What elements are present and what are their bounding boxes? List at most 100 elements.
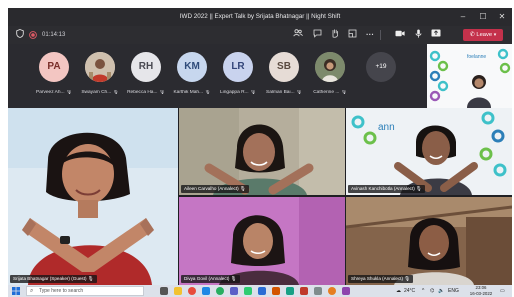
shield-icon xyxy=(14,29,26,41)
video-grid: Srijata Bhatnagar (Speaker) (Guest) 🎙 Ai… xyxy=(8,108,512,297)
search-icon: ⌕ xyxy=(30,288,34,294)
participant-name: Swayam Ch... 🎙 xyxy=(81,90,119,95)
avatar: PA xyxy=(39,52,69,82)
maximize-icon[interactable]: ☐ xyxy=(474,11,492,23)
more-options-icon[interactable]: ··· xyxy=(363,29,377,41)
mic-off-icon: 🎙 xyxy=(340,90,347,95)
app-icon[interactable] xyxy=(216,287,224,295)
chat-icon[interactable] xyxy=(310,29,324,41)
more-participants-button[interactable]: +19 xyxy=(366,52,396,82)
video-tile[interactable]: Aileen Carvalho (Annalect) 🎙 xyxy=(179,108,345,195)
participant-tile[interactable]: RH Rebecca Ha... 🎙 xyxy=(124,52,168,102)
mic-off-icon: 🎙 xyxy=(112,90,119,95)
avatar: SB xyxy=(269,52,299,82)
windows-start-icon[interactable] xyxy=(12,287,20,295)
video-tile[interactable]: Shreya Shukla (Annalect) 🎙 xyxy=(346,197,512,285)
task-view-icon[interactable] xyxy=(160,287,168,295)
share-screen-icon[interactable] xyxy=(429,29,443,41)
network-icon[interactable]: ⌬ xyxy=(430,286,434,296)
participant-name: Catherine ... 🎙 xyxy=(313,90,347,95)
participant-tile[interactable]: PA Parveez Ah... 🎙 xyxy=(32,52,76,102)
clock[interactable]: 23:06 16-03-2022 xyxy=(464,285,498,297)
avatar-photo xyxy=(315,52,345,82)
search-placeholder: Type here to search xyxy=(39,288,84,294)
mic-off-icon: 🎙 xyxy=(87,276,94,281)
participant-name: Parveez Ah... 🎙 xyxy=(36,90,72,95)
word-icon[interactable] xyxy=(258,287,266,295)
mic-off-icon: 🎙 xyxy=(295,90,302,95)
app-icon[interactable] xyxy=(300,287,308,295)
window-title: IWD 2022 || Expert Talk by Srijata Bhatn… xyxy=(179,13,341,20)
participant-tile[interactable]: LR Lingappa R... 🎙 xyxy=(216,52,260,102)
mic-off-icon: 🎙 xyxy=(65,90,72,95)
participant-name-tag: Srijata Bhatnagar (Speaker) (Guest) 🎙 xyxy=(10,275,97,283)
clock-date: 16-03-2022 xyxy=(469,291,493,296)
video-tile[interactable]: ann Avinash Kanchibotla (Annalect) 🎙 xyxy=(346,108,512,195)
mic-off-icon: 🎙 xyxy=(404,276,411,281)
svg-text:foelanne: foelanne xyxy=(467,54,486,60)
outlook-icon[interactable] xyxy=(202,287,210,295)
mic-off-icon: 🎙 xyxy=(239,186,246,191)
leave-label: Leave xyxy=(476,32,493,38)
chrome-icon[interactable] xyxy=(188,287,196,295)
raise-hand-icon[interactable] xyxy=(328,29,342,41)
excel-icon[interactable] xyxy=(244,287,252,295)
notifications-icon[interactable]: ▭ xyxy=(500,286,505,296)
participant-name-tag: Shreya Shukla (Annalect) 🎙 xyxy=(348,275,414,283)
minimize-icon[interactable]: – xyxy=(454,11,472,23)
breakout-rooms-icon[interactable] xyxy=(345,29,359,41)
app-icon[interactable] xyxy=(286,287,294,295)
video-tile[interactable]: Divya Govil (Annalect) 🎙 xyxy=(179,197,345,285)
self-view-video: foelanne xyxy=(427,44,512,108)
chevron-down-icon: ▾ xyxy=(493,32,497,38)
participant-strip: PA Parveez Ah... 🎙 Swayam Ch... 🎙 RH Reb… xyxy=(8,44,512,108)
people-icon[interactable] xyxy=(291,29,305,41)
leave-button[interactable]: ✆ Leave ▾ xyxy=(463,29,503,41)
participant-name: Rebecca Ha... 🎙 xyxy=(127,90,165,95)
windows-taskbar: ⌕ Type here to search ☁ 24°C ^ ⌬ 🔈 ENG 2… xyxy=(8,285,512,297)
microphone-icon[interactable] xyxy=(411,29,425,41)
app-icon[interactable] xyxy=(342,287,350,295)
participant-name-tag: Avinash Kanchibotla (Annalect) 🎙 xyxy=(348,185,425,193)
recording-icon xyxy=(28,29,38,41)
language-indicator[interactable]: ENG xyxy=(448,286,459,296)
weather-icon[interactable]: ☁ xyxy=(396,286,401,296)
mic-off-icon: 🎙 xyxy=(230,276,237,281)
toolbar-divider xyxy=(380,30,381,40)
chevron-up-icon[interactable]: ^ xyxy=(422,286,424,296)
avatar: RH xyxy=(131,52,161,82)
participant-tile[interactable]: SB Salman Bai... 🎙 xyxy=(262,52,306,102)
participant-name-tag: Divya Govil (Annalect) 🎙 xyxy=(181,275,240,283)
avatar-photo xyxy=(85,52,115,82)
video-tile-speaker[interactable]: Srijata Bhatnagar (Speaker) (Guest) 🎙 xyxy=(8,108,178,285)
avatar: LR xyxy=(223,52,253,82)
avatar: KM xyxy=(177,52,207,82)
teams-icon[interactable] xyxy=(230,287,238,295)
participant-name: Karthik Mah... 🎙 xyxy=(173,90,211,95)
mic-off-icon: 🎙 xyxy=(204,90,211,95)
meeting-toolbar: 01:14:13 ··· ✆ Leave ▾ xyxy=(8,26,512,44)
meeting-timer: 01:14:13 xyxy=(42,32,66,38)
file-explorer-icon[interactable] xyxy=(174,287,182,295)
phone-icon: ✆ xyxy=(469,32,475,38)
app-icon[interactable] xyxy=(314,287,322,295)
teams-window: IWD 2022 || Expert Talk by Srijata Bhatn… xyxy=(8,8,512,297)
powerpoint-icon[interactable] xyxy=(272,287,280,295)
participant-tile[interactable]: KM Karthik Mah... 🎙 xyxy=(170,52,214,102)
mic-off-icon: 🎙 xyxy=(249,90,256,95)
taskbar-search-box[interactable]: ⌕ Type here to search xyxy=(26,286,144,296)
participant-tile[interactable]: Swayam Ch... 🎙 xyxy=(78,52,122,102)
participant-tile[interactable]: Catherine ... 🎙 xyxy=(308,52,352,102)
mic-off-icon: 🎙 xyxy=(416,186,422,191)
app-icon[interactable] xyxy=(328,287,336,295)
participant-name: Salman Bai... 🎙 xyxy=(266,90,302,95)
participant-name: Lingappa R... 🎙 xyxy=(220,90,256,95)
participant-name-tag: Aileen Carvalho (Annalect) 🎙 xyxy=(181,185,249,193)
svg-text:ann: ann xyxy=(378,122,395,133)
close-icon[interactable]: ✕ xyxy=(493,11,511,23)
mic-off-icon: 🎙 xyxy=(158,90,165,95)
temperature: 24°C xyxy=(404,288,416,294)
camera-icon[interactable] xyxy=(393,29,407,41)
volume-icon[interactable]: 🔈 xyxy=(438,286,444,296)
title-bar: IWD 2022 || Expert Talk by Srijata Bhatn… xyxy=(8,8,512,26)
